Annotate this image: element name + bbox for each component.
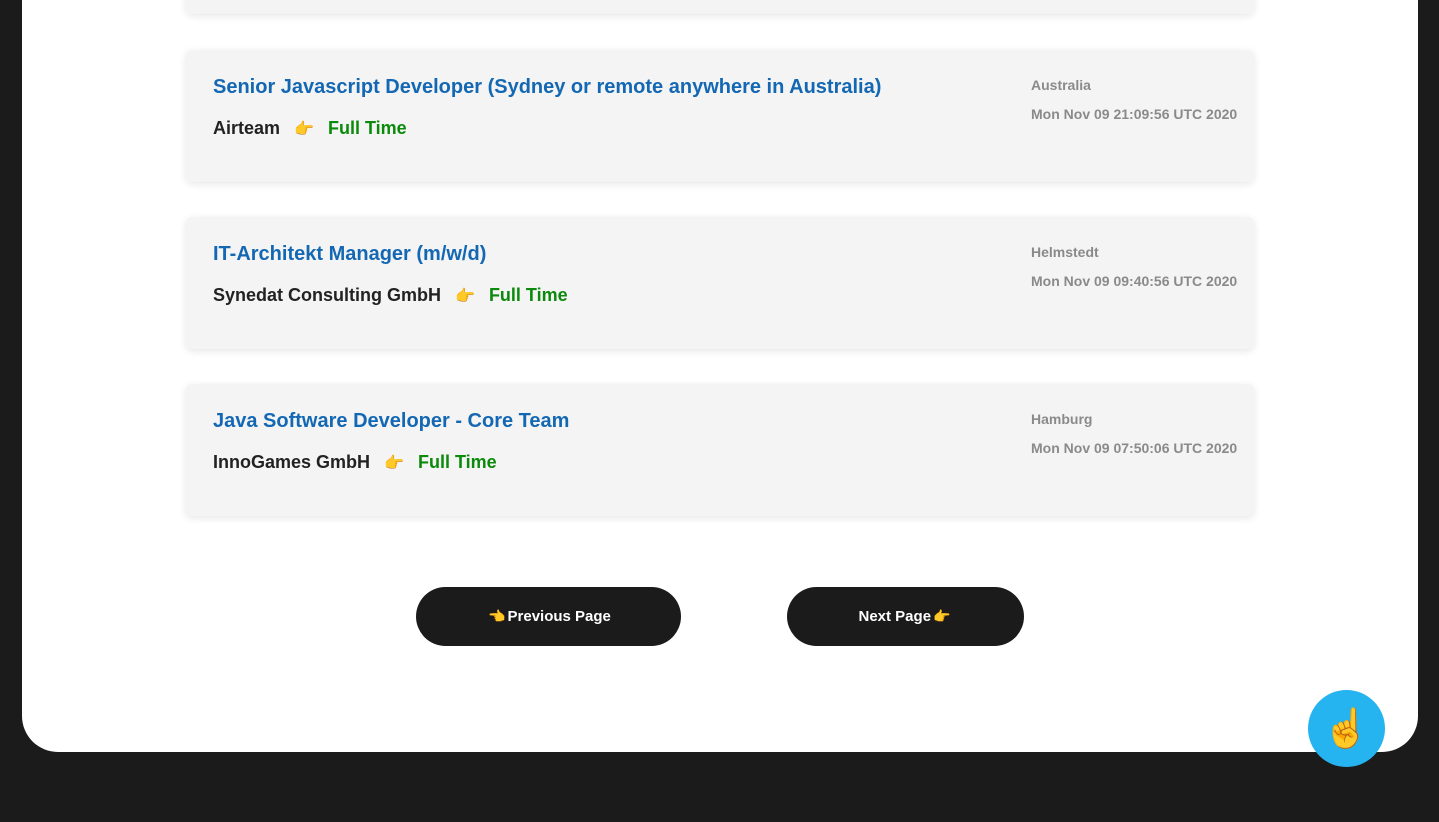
next-page-button[interactable]: Next Page 👉 bbox=[787, 587, 1024, 646]
job-type-badge: Full Time bbox=[327, 118, 407, 138]
job-posted-date: Mon Nov 09 09:40:56 UTC 2020 bbox=[1031, 273, 1238, 289]
job-location: Australia bbox=[1031, 77, 1091, 93]
pointing-up-hand-icon: ☝️ bbox=[1322, 706, 1371, 750]
company-name: Airteam bbox=[213, 118, 281, 138]
job-card[interactable]: Senior Javascript Developer (Sydney or r… bbox=[186, 50, 1254, 182]
pointing-right-hand-icon: 👉 bbox=[384, 453, 404, 472]
pointing-left-hand-icon: 👈 bbox=[488, 608, 506, 625]
job-title-link[interactable]: IT-Architekt Manager (m/w/d) bbox=[213, 243, 486, 266]
job-posted-date: Mon Nov 09 07:50:06 UTC 2020 bbox=[1031, 440, 1238, 456]
job-title-link[interactable]: Java Software Developer - Core Team bbox=[213, 410, 569, 433]
job-location: Hamburg bbox=[1031, 411, 1093, 427]
company-name: InnoGames GmbH bbox=[213, 452, 371, 472]
next-page-label: Next Page bbox=[858, 608, 932, 625]
pointing-right-hand-icon: 👉 bbox=[294, 119, 314, 138]
job-type-badge: Full Time bbox=[488, 285, 568, 305]
job-title-link[interactable]: Senior Javascript Developer (Sydney or r… bbox=[213, 76, 881, 99]
company-name: Synedat Consulting GmbH bbox=[213, 285, 442, 305]
job-meta: Synedat Consulting GmbH 👉 Full Time bbox=[213, 285, 568, 306]
previous-page-label: Previous Page bbox=[507, 608, 611, 625]
job-card-partial[interactable] bbox=[186, 0, 1254, 14]
job-posted-date: Mon Nov 09 21:09:56 UTC 2020 bbox=[1031, 106, 1238, 122]
job-location: Helmstedt bbox=[1031, 244, 1099, 260]
job-card[interactable]: IT-Architekt Manager (m/w/d) Synedat Con… bbox=[186, 217, 1254, 349]
job-card[interactable]: Java Software Developer - Core Team Inno… bbox=[186, 384, 1254, 516]
pointing-right-hand-icon: 👉 bbox=[933, 608, 951, 625]
content-panel: Senior Javascript Developer (Sydney or r… bbox=[22, 0, 1418, 752]
job-meta: InnoGames GmbH 👉 Full Time bbox=[213, 452, 497, 473]
pointing-right-hand-icon: 👉 bbox=[455, 286, 475, 305]
previous-page-button[interactable]: 👈 Previous Page bbox=[416, 587, 681, 646]
job-type-badge: Full Time bbox=[417, 452, 497, 472]
job-meta: Airteam 👉 Full Time bbox=[213, 118, 407, 139]
scroll-to-top-button[interactable]: ☝️ bbox=[1308, 690, 1385, 767]
